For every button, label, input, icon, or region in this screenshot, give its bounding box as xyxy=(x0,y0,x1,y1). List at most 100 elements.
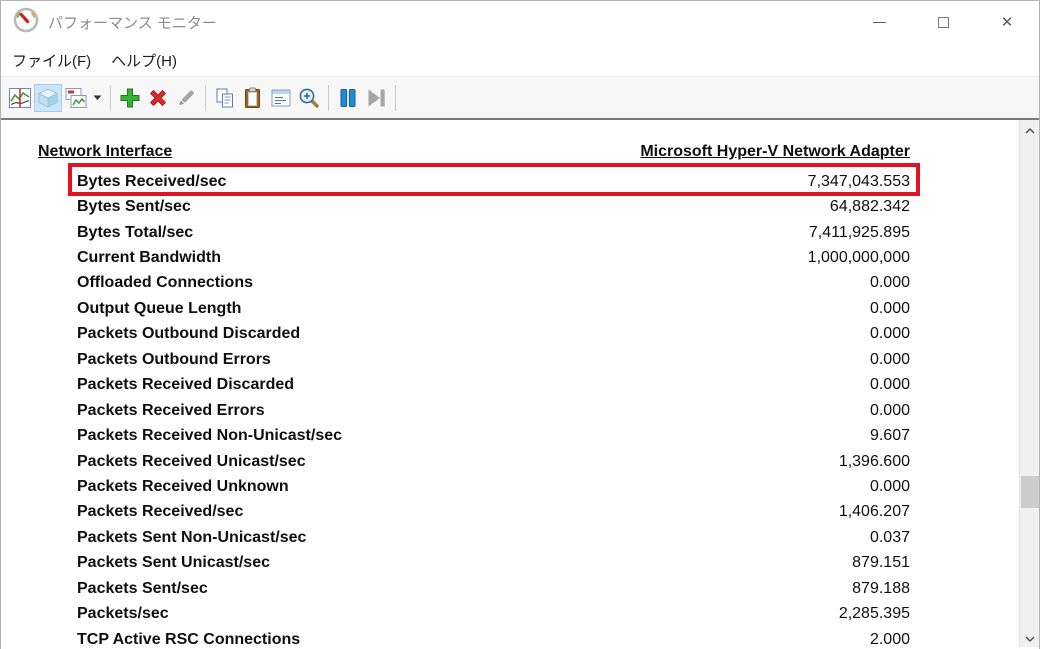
report-header: Network Interface Microsoft Hyper-V Netw… xyxy=(1,143,1019,161)
table-row[interactable]: Bytes Received/sec 7,347,043.553 xyxy=(1,169,1019,194)
counter-value: 0.000 xyxy=(870,478,910,496)
maximize-icon xyxy=(938,17,949,28)
minimize-icon xyxy=(873,22,886,23)
table-row[interactable]: Packets Received Non-Unicast/sec 9.607 xyxy=(1,423,1019,448)
counter-value: 9.607 xyxy=(870,427,910,445)
counter-value: 2.000 xyxy=(870,631,910,647)
add-plus-icon xyxy=(118,86,142,110)
toolbar-separator xyxy=(328,85,329,111)
table-row[interactable]: Packets Received Unknown 0.000 xyxy=(1,474,1019,499)
counter-name: Packets Outbound Errors xyxy=(77,351,870,369)
table-row[interactable]: Packets Sent/sec 879.188 xyxy=(1,576,1019,601)
toolbar-separator xyxy=(395,85,396,111)
counter-value: 879.151 xyxy=(852,554,910,572)
minimize-button[interactable] xyxy=(847,1,911,44)
counter-name: Packets Sent/sec xyxy=(77,580,852,598)
perfmon-window: パフォーマンス モニター ✕ ファイル(F) ヘルプ(H) xyxy=(0,0,1040,649)
histogram-view-button[interactable] xyxy=(62,84,90,112)
counter-value: 1,406.207 xyxy=(839,503,910,521)
counter-value: 0.000 xyxy=(870,300,910,318)
view-type-dropdown-button[interactable] xyxy=(90,84,105,112)
table-row[interactable]: Packets Sent Non-Unicast/sec 0.037 xyxy=(1,525,1019,550)
table-row[interactable]: TCP Active RSC Connections 2.000 xyxy=(1,627,1019,647)
toolbar-separator xyxy=(110,85,111,111)
window-controls: ✕ xyxy=(847,1,1039,44)
delete-counter-button[interactable] xyxy=(144,84,172,112)
toolbar xyxy=(1,77,1039,118)
chevron-down-icon xyxy=(1024,635,1036,643)
counter-name: Packets Outbound Discarded xyxy=(77,325,870,343)
step-forward-icon xyxy=(364,86,388,110)
zoom-button[interactable] xyxy=(295,84,323,112)
table-row[interactable]: Bytes Sent/sec 64,882.342 xyxy=(1,194,1019,219)
report-cube-icon xyxy=(36,86,60,110)
counter-value: 0.000 xyxy=(870,376,910,394)
counter-name: TCP Active RSC Connections xyxy=(77,631,870,647)
chevron-up-icon xyxy=(1024,127,1036,135)
counter-name: Output Queue Length xyxy=(77,300,870,318)
menu-file[interactable]: ファイル(F) xyxy=(2,46,101,75)
table-row[interactable]: Offloaded Connections 0.000 xyxy=(1,271,1019,296)
toolbar-separator xyxy=(205,85,206,111)
highlight-button[interactable] xyxy=(172,84,200,112)
counter-value: 1,000,000,000 xyxy=(808,249,910,267)
counter-value: 0.037 xyxy=(870,529,910,547)
pencil-icon xyxy=(174,86,198,110)
counter-value: 879.188 xyxy=(852,580,910,598)
paste-counter-list-button[interactable] xyxy=(239,84,267,112)
table-row[interactable]: Packets Outbound Discarded 0.000 xyxy=(1,322,1019,347)
counter-name: Offloaded Connections xyxy=(77,274,870,292)
table-row[interactable]: Packets/sec 2,285.395 xyxy=(1,601,1019,626)
counter-value: 1,396.600 xyxy=(839,453,910,471)
close-icon: ✕ xyxy=(1001,15,1014,30)
table-row[interactable]: Packets Received Unicast/sec 1,396.600 xyxy=(1,449,1019,474)
line-chart-icon xyxy=(8,86,32,110)
close-button[interactable]: ✕ xyxy=(975,1,1039,44)
counter-name: Packets/sec xyxy=(77,605,839,623)
counter-name: Packets Received Unicast/sec xyxy=(77,453,839,471)
scrollbar-thumb[interactable] xyxy=(1021,476,1039,508)
scroll-up-button[interactable] xyxy=(1020,122,1039,139)
counter-value: 7,411,925.895 xyxy=(809,224,910,242)
report-view-button[interactable] xyxy=(34,84,62,112)
title-bar: パフォーマンス モニター ✕ xyxy=(1,1,1039,44)
vertical-scrollbar[interactable] xyxy=(1019,120,1039,647)
table-row[interactable]: Packets Outbound Errors 0.000 xyxy=(1,347,1019,372)
counter-value: 0.000 xyxy=(870,351,910,369)
counter-name: Packets Received Discarded xyxy=(77,376,870,394)
counter-value: 0.000 xyxy=(870,325,910,343)
add-counter-button[interactable] xyxy=(116,84,144,112)
chevron-down-icon xyxy=(93,95,102,101)
table-row[interactable]: Output Queue Length 0.000 xyxy=(1,296,1019,321)
counter-name: Bytes Sent/sec xyxy=(77,198,830,216)
pause-button[interactable] xyxy=(334,84,362,112)
performance-gauge-icon xyxy=(13,7,39,38)
copy-properties-button[interactable] xyxy=(211,84,239,112)
counter-name: Packets Sent Unicast/sec xyxy=(77,554,852,572)
table-row[interactable]: Packets Received Errors 0.000 xyxy=(1,398,1019,423)
maximize-button[interactable] xyxy=(911,1,975,44)
counter-value: 64,882.342 xyxy=(830,198,910,216)
line-chart-view-button[interactable] xyxy=(6,84,34,112)
counter-name: Packets Received Unknown xyxy=(77,478,870,496)
table-row[interactable]: Bytes Total/sec 7,411,925.895 xyxy=(1,220,1019,245)
counter-value: 0.000 xyxy=(870,274,910,292)
instance-name: Microsoft Hyper-V Network Adapter xyxy=(640,143,910,161)
counter-object-name: Network Interface xyxy=(38,143,172,161)
counter-value: 7,347,043.553 xyxy=(808,173,910,191)
scroll-down-button[interactable] xyxy=(1020,630,1039,647)
table-row[interactable]: Packets Sent Unicast/sec 879.151 xyxy=(1,551,1019,576)
update-data-button[interactable] xyxy=(362,84,390,112)
menu-help[interactable]: ヘルプ(H) xyxy=(101,46,187,75)
counter-value: 0.000 xyxy=(870,402,910,420)
counter-name: Current Bandwidth xyxy=(77,249,808,267)
counter-name: Packets Received Non-Unicast/sec xyxy=(77,427,870,445)
table-row[interactable]: Packets Received/sec 1,406.207 xyxy=(1,500,1019,525)
counter-name: Packets Sent Non-Unicast/sec xyxy=(77,529,870,547)
delete-x-icon xyxy=(146,86,170,110)
properties-button[interactable] xyxy=(267,84,295,112)
pause-icon xyxy=(336,86,360,110)
properties-icon xyxy=(269,86,293,110)
table-row[interactable]: Current Bandwidth 1,000,000,000 xyxy=(1,245,1019,270)
table-row[interactable]: Packets Received Discarded 0.000 xyxy=(1,373,1019,398)
